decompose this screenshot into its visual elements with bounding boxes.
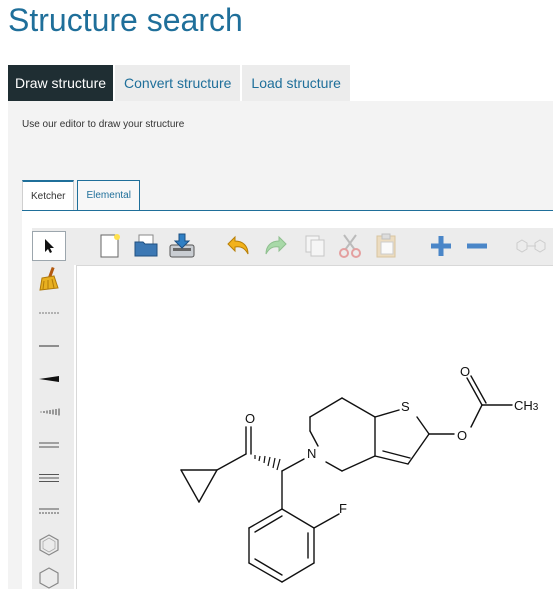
editor-tabs: Ketcher Elemental (22, 180, 143, 211)
eraser-broom-icon[interactable] (32, 264, 66, 294)
tab-convert-structure[interactable]: Convert structure (115, 65, 243, 101)
paste-icon[interactable] (371, 231, 401, 261)
save-icon[interactable] (167, 231, 197, 261)
open-folder-icon[interactable] (131, 231, 161, 261)
tab-ketcher[interactable]: Ketcher (22, 180, 75, 211)
cyclohexane-ring-icon[interactable] (32, 563, 66, 589)
molecule-drawing: O N S O O CH3 F (180, 364, 539, 583)
atom-ketone-o: O (245, 411, 255, 426)
hash-bond-icon[interactable] (32, 397, 66, 427)
tab-load-structure[interactable]: Load structure (242, 65, 352, 101)
benzene-ring-icon[interactable] (32, 530, 66, 560)
top-toolbar (74, 228, 553, 265)
double-bond-icon[interactable] (32, 430, 66, 460)
any-bond-icon[interactable] (32, 298, 66, 328)
atom-sulfur: S (401, 399, 410, 414)
tab-elemental[interactable]: Elemental (77, 180, 140, 211)
atom-nitrogen: N (307, 446, 316, 461)
undo-icon[interactable] (224, 231, 254, 261)
cut-icon[interactable] (335, 231, 365, 261)
draw-instructions: Use our editor to draw your structure (22, 119, 185, 130)
single-bond-icon[interactable] (32, 331, 66, 361)
atom-methyl: CH3 (514, 398, 539, 413)
atom-ester-o-carbonyl: O (460, 364, 470, 379)
drawing-canvas[interactable]: O N S O O CH3 F (76, 265, 553, 589)
page-title: Structure search (8, 2, 243, 38)
triple-bond-icon[interactable] (32, 463, 66, 493)
aromatic-bond-icon[interactable] (32, 496, 66, 526)
wedge-bond-icon[interactable] (32, 364, 66, 394)
copy-icon[interactable] (300, 231, 330, 261)
zoom-in-icon[interactable] (426, 231, 456, 261)
select-arrow-icon[interactable] (32, 231, 66, 261)
atom-ester-o: O (457, 428, 467, 443)
structure-tabs: Draw structure Convert structure Load st… (8, 65, 352, 101)
redo-icon[interactable] (260, 231, 290, 261)
tab-draw-structure[interactable]: Draw structure (8, 65, 116, 101)
left-toolbar (32, 228, 74, 589)
clean-up-icon[interactable] (516, 231, 546, 261)
zoom-out-icon[interactable] (462, 231, 492, 261)
atom-fluorine: F (339, 501, 347, 516)
new-document-icon[interactable] (95, 231, 125, 261)
